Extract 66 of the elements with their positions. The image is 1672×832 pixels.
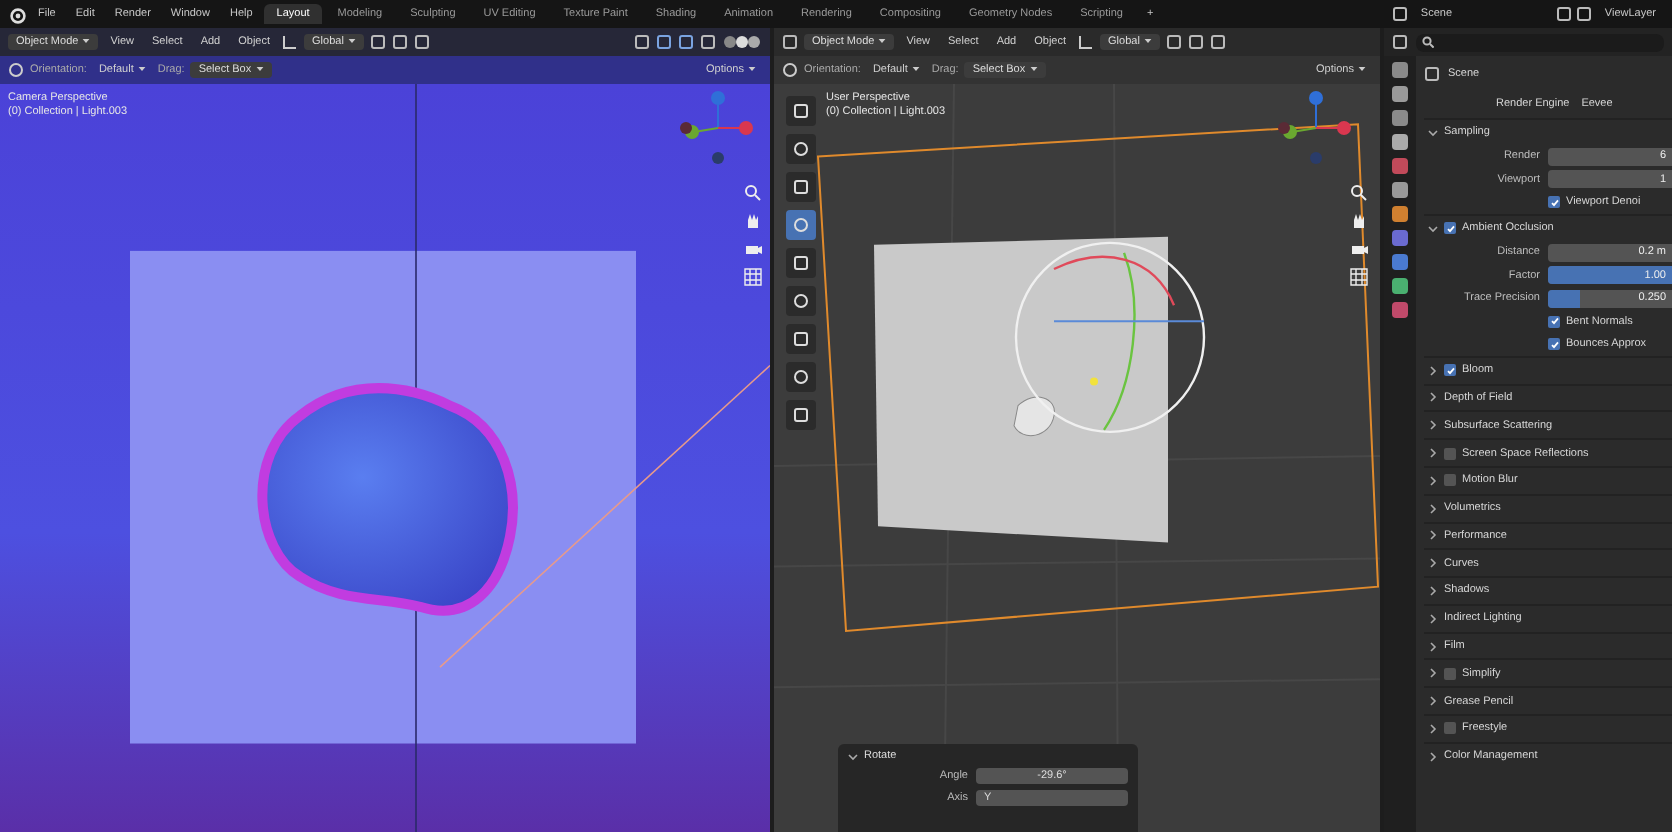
chevron-icon[interactable]: [848, 751, 858, 761]
grid-icon[interactable]: [744, 268, 762, 286]
caret-icon: [878, 38, 887, 45]
rotate-tool[interactable]: [786, 210, 816, 240]
tool-icon[interactable]: [8, 62, 24, 78]
chevron-icon[interactable]: [1428, 475, 1438, 486]
checkbox[interactable]: [1444, 364, 1456, 377]
axes-icon: [1078, 34, 1095, 50]
grid-icon[interactable]: [1350, 268, 1368, 286]
shading-icon[interactable]: [722, 34, 762, 50]
camera-icon[interactable]: [744, 240, 762, 258]
chevron-icon[interactable]: [1428, 751, 1438, 762]
checkbox[interactable]: [1444, 222, 1456, 235]
checkbox[interactable]: [1444, 667, 1456, 680]
camera-icon[interactable]: [1350, 240, 1368, 258]
blob-object: [1013, 396, 1055, 437]
caret-icon: [255, 66, 264, 73]
logo-icon[interactable]: [8, 5, 26, 23]
chevron-icon[interactable]: [1428, 668, 1438, 679]
chevron-icon[interactable]: [1428, 223, 1438, 234]
chevron-icon[interactable]: [1428, 530, 1438, 541]
caret-icon: [347, 38, 356, 45]
chevron-icon[interactable]: [1428, 503, 1438, 514]
chevron-icon[interactable]: [1428, 127, 1438, 138]
caret-icon: [748, 66, 756, 73]
chevron-icon[interactable]: [1428, 558, 1438, 569]
scale-tool[interactable]: [786, 248, 816, 278]
hand-icon[interactable]: [744, 212, 762, 230]
transform-tool[interactable]: [786, 286, 816, 316]
caret-icon: [82, 38, 91, 45]
ruler-tool[interactable]: [786, 362, 816, 392]
chevron-icon[interactable]: [1428, 723, 1438, 734]
checkbox[interactable]: [1548, 338, 1560, 351]
chevron-icon[interactable]: [1428, 365, 1438, 376]
zoom-icon[interactable]: [1350, 184, 1368, 202]
chevron-icon[interactable]: [1428, 420, 1438, 431]
caret-icon: [1358, 66, 1366, 73]
checkbox[interactable]: [1444, 722, 1456, 735]
caret-icon: [137, 66, 146, 73]
crosshair-tool[interactable]: [786, 134, 816, 164]
rotate-gizmo[interactable]: [1014, 241, 1206, 434]
caret-icon: [911, 66, 920, 73]
chevron-icon[interactable]: [1428, 585, 1438, 596]
chevron-icon[interactable]: [1428, 696, 1438, 707]
chevron-icon[interactable]: [1428, 448, 1438, 458]
checkbox[interactable]: [1548, 315, 1560, 328]
search-icon: [1422, 36, 1434, 48]
pen-tool[interactable]: [786, 324, 816, 354]
checkbox[interactable]: [1444, 447, 1456, 459]
axes-icon: [282, 34, 299, 50]
axis-gizmo-icon[interactable]: [1276, 88, 1356, 168]
hand-icon[interactable]: [1350, 212, 1368, 230]
move-tool[interactable]: [786, 172, 816, 202]
zoom-icon[interactable]: [744, 184, 762, 202]
cursor-tool[interactable]: [786, 96, 816, 126]
axis-gizmo-icon[interactable]: [678, 88, 758, 168]
tool-icon[interactable]: [782, 62, 798, 78]
caret-icon: [1029, 66, 1038, 73]
checkbox[interactable]: [1548, 196, 1560, 209]
search-field[interactable]: [1416, 33, 1664, 51]
chevron-icon[interactable]: [1428, 392, 1438, 403]
checkbox[interactable]: [1444, 474, 1456, 487]
cube-tool[interactable]: [786, 400, 816, 430]
caret-icon: [1143, 38, 1152, 45]
chevron-icon[interactable]: [1428, 641, 1438, 652]
chevron-icon[interactable]: [1428, 613, 1438, 624]
